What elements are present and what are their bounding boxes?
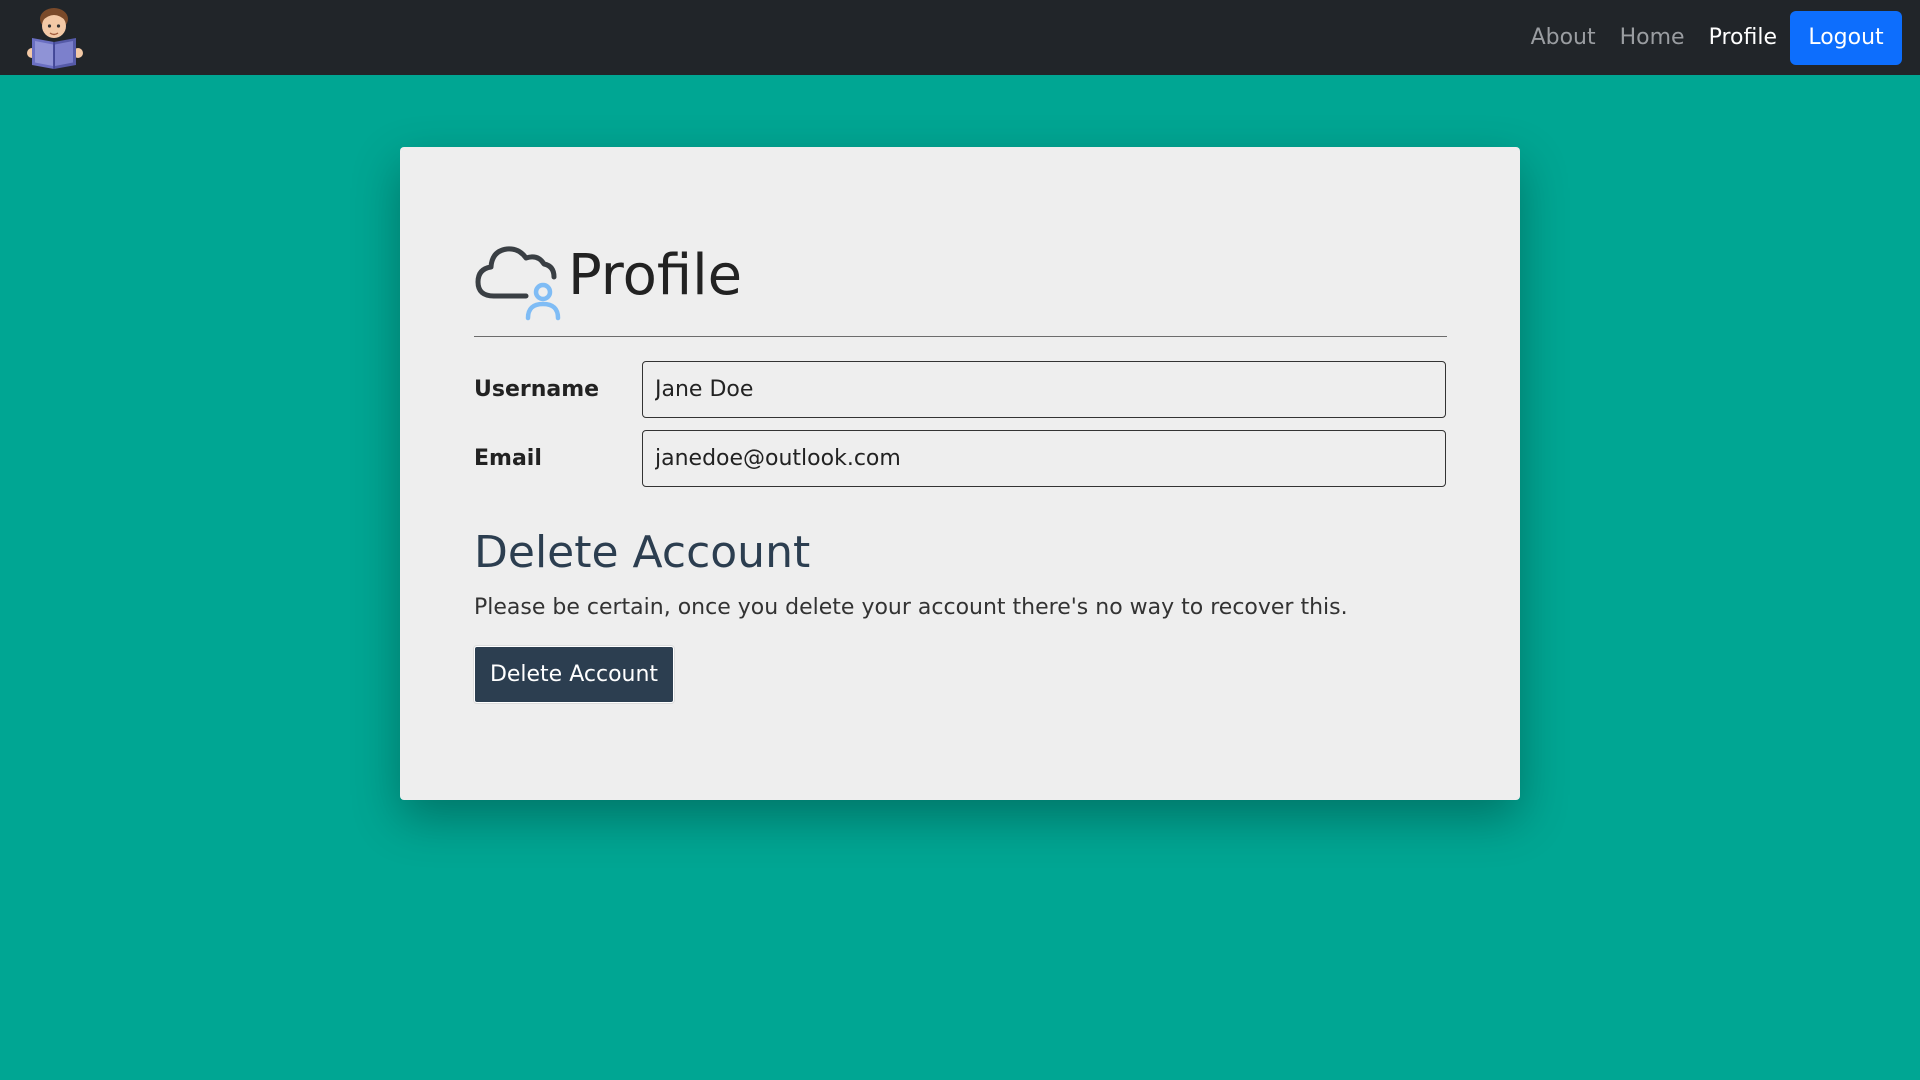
cloud-user-icon [475,246,561,321]
username-row: Username [474,361,1447,418]
delete-warning-text: Please be certain, once you delete your … [474,595,1348,621]
email-field[interactable] [642,430,1446,487]
nav-link-profile[interactable]: Profile [1709,25,1777,50]
username-label: Username [474,377,600,402]
email-label: Email [474,446,542,471]
navbar: About Home Profile Logout [0,0,1920,75]
nav-link-home[interactable]: Home [1620,25,1685,50]
nav-link-about[interactable]: About [1531,25,1596,50]
profile-card: Profile Username Email Delete Account Pl… [400,147,1520,800]
delete-account-button[interactable]: Delete Account [474,646,674,704]
email-row: Email [474,430,1447,487]
username-field[interactable] [642,361,1446,418]
nav-links: About Home Profile Logout [1507,0,1902,75]
brand-logo[interactable] [26,5,86,71]
delete-account-heading: Delete Account [474,527,811,578]
title-row: Profile [474,227,1447,322]
page-title: Profile [568,243,743,308]
reading-person-logo-icon [27,7,83,69]
title-divider [474,336,1447,337]
logout-button[interactable]: Logout [1790,10,1902,65]
